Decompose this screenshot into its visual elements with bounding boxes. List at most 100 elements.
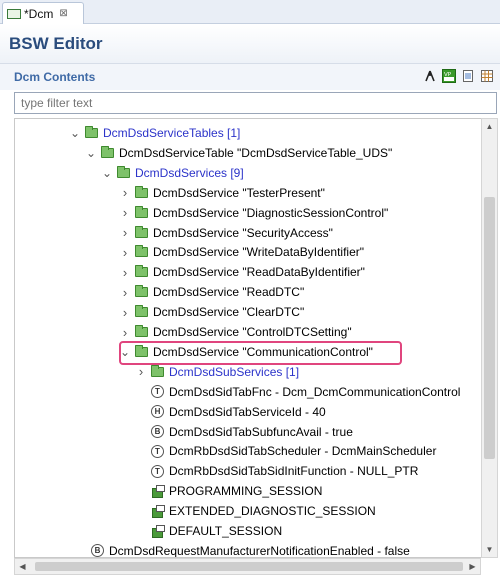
- tree-item[interactable]: › DcmDsdService "SecurityAccess": [119, 223, 333, 243]
- page-title: BSW Editor: [9, 34, 103, 53]
- scroll-left-icon[interactable]: ◀: [15, 559, 30, 574]
- tree-item-label: DEFAULT_SESSION: [169, 524, 283, 538]
- folder-icon: [135, 245, 148, 258]
- chevron-down-icon[interactable]: ⌄: [85, 147, 97, 159]
- vertical-scrollbar[interactable]: ▲ ▼: [481, 118, 498, 558]
- parameter-icon: B: [151, 425, 164, 438]
- chevron-right-icon[interactable]: ›: [135, 364, 147, 379]
- tab-label: *Dcm: [24, 6, 54, 21]
- tree-item[interactable]: ⌄ DcmDsdService "CommunicationControl": [119, 342, 373, 362]
- close-icon[interactable]: ⊠: [59, 8, 67, 19]
- tree-item[interactable]: ›BDcmDsdRequestManufacturerNotificationE…: [75, 541, 410, 557]
- tree-item-label: DcmDsdServiceTables [1]: [103, 126, 241, 140]
- tab-dcm[interactable]: *Dcm ⊠: [2, 2, 84, 24]
- folder-icon: [135, 225, 148, 238]
- tree-item[interactable]: › DcmDsdService "ControlDTCSetting": [119, 322, 352, 342]
- editor-tab-bar: *Dcm ⊠: [0, 0, 500, 24]
- section-toolbar: VP: [423, 69, 494, 83]
- tree-item[interactable]: › DcmDsdService "WriteDataByIdentifier": [119, 242, 364, 262]
- chevron-right-icon[interactable]: ›: [119, 225, 131, 240]
- tree-item[interactable]: › DcmDsdService "ClearDTC": [119, 302, 304, 322]
- horizontal-scrollbar[interactable]: ◀ ▶: [14, 558, 481, 575]
- folder-icon: [135, 265, 148, 278]
- chevron-right-icon[interactable]: ›: [119, 265, 131, 280]
- filter-input[interactable]: [14, 92, 497, 114]
- section-title: Dcm Contents: [14, 70, 96, 84]
- tree-item-label: DcmDsdSidTabFnc - Dcm_DcmCommunicationCo…: [169, 384, 461, 399]
- editor-file-icon: [7, 8, 21, 19]
- folder-icon: [135, 344, 148, 357]
- chevron-down-icon[interactable]: ⌄: [119, 346, 131, 358]
- folder-icon: [135, 305, 148, 318]
- folder-icon: [135, 325, 148, 337]
- reference-icon: [151, 485, 165, 499]
- folder-icon: [101, 145, 114, 158]
- tree-item-label: DcmDsdSubServices [1]: [169, 364, 300, 379]
- tree-item-label: DcmRbDsdSidTabSidInitFunction - NULL_PTR: [169, 464, 419, 479]
- tree-item-label: DcmDsdService "TesterPresent": [153, 185, 325, 200]
- folder-icon: [135, 185, 148, 198]
- scroll-right-icon[interactable]: ▶: [465, 559, 480, 574]
- parameter-icon: T: [151, 385, 164, 399]
- tree-item-label: DcmDsdService "ReadDTC": [153, 285, 305, 300]
- tree-item-label: PROGRAMMING_SESSION: [169, 484, 323, 499]
- scroll-up-icon[interactable]: ▲: [482, 119, 497, 134]
- tree-item-label: DcmDsdService "DiagnosticSessionControl": [153, 205, 389, 220]
- tree-item-label: DcmDsdServiceTable "DcmDsdServiceTable_U…: [119, 145, 393, 160]
- tree-item-label: DcmDsdService "SecurityAccess": [153, 225, 333, 240]
- folder-icon: [117, 165, 130, 178]
- tree-item[interactable]: ›HDcmDsdSidTabServiceId - 40: [135, 402, 326, 422]
- chevron-right-icon[interactable]: ›: [119, 285, 131, 300]
- vertical-scroll-thumb[interactable]: [484, 197, 495, 459]
- tree-item-label: EXTENDED_DIAGNOSTIC_SESSION: [169, 504, 376, 519]
- folder-icon: [151, 364, 164, 377]
- tree-item-label: DcmDsdService "ReadDataByIdentifier": [153, 265, 365, 280]
- tree-item[interactable]: ⌄ DcmDsdServiceTables [1]: [69, 123, 240, 143]
- chevron-right-icon[interactable]: ›: [119, 245, 131, 260]
- tree-item[interactable]: ›BDcmDsdSidTabSubfuncAvail - true: [135, 422, 353, 442]
- tree-item-label: DcmDsdSidTabSubfuncAvail - true: [169, 424, 353, 439]
- parameter-icon: T: [151, 444, 164, 458]
- tree-item-label: DcmDsdService "ClearDTC": [153, 305, 305, 320]
- chevron-right-icon[interactable]: ›: [119, 325, 131, 340]
- parameter-icon: B: [91, 544, 104, 557]
- chevron-down-icon[interactable]: ⌄: [101, 167, 113, 179]
- parameter-icon: T: [151, 464, 164, 478]
- tree-item[interactable]: › DcmDsdService "DiagnosticSessionControl…: [119, 203, 388, 223]
- tree-item-label: DcmDsdServices [9]: [135, 165, 244, 180]
- dcm-contents-tree: ⌄ DcmDsdServiceTables [1] ⌄ DcmDsdServiceTa…: [14, 118, 481, 558]
- reference-icon: [151, 505, 165, 519]
- chevron-right-icon[interactable]: ›: [119, 185, 131, 200]
- tree-item[interactable]: ›TDcmRbDsdSidTabSidInitFunction - NULL_P…: [135, 461, 418, 481]
- reference-icon: [151, 525, 165, 538]
- document-icon[interactable]: [461, 69, 475, 83]
- folder-icon: [135, 205, 148, 218]
- table-icon[interactable]: [480, 69, 494, 83]
- scroll-down-icon[interactable]: ▼: [482, 542, 497, 557]
- tree-item[interactable]: ⌄ DcmDsdServiceTable "DcmDsdServiceTable_…: [85, 143, 392, 163]
- tree-item[interactable]: ⌄ DcmDsdServices [9]: [101, 163, 244, 183]
- tree-item[interactable]: ›PROGRAMMING_SESSION: [135, 481, 322, 501]
- tree-item[interactable]: › DcmDsdService "ReadDTC": [119, 282, 304, 302]
- tree-item-label: DcmDsdService "CommunicationControl": [153, 344, 373, 359]
- chevron-down-icon[interactable]: ⌄: [69, 127, 81, 139]
- tree-item[interactable]: › DcmDsdSubServices [1]: [135, 362, 299, 382]
- editor-header: BSW Editor: [0, 24, 500, 64]
- tree-item-label: DcmRbDsdSidTabScheduler - DcmMainSchedul…: [169, 444, 437, 459]
- chevron-right-icon[interactable]: ›: [119, 305, 131, 320]
- tree-item[interactable]: › DcmDsdService "TesterPresent": [119, 183, 325, 203]
- vp-res-icon[interactable]: VP: [442, 69, 456, 83]
- tree-item[interactable]: ›TDcmDsdSidTabFnc - Dcm_DcmCommunication…: [135, 382, 460, 402]
- tree-item[interactable]: ›EXTENDED_DIAGNOSTIC_SESSION: [135, 501, 376, 521]
- graph-icon[interactable]: [423, 69, 437, 83]
- section-header: Dcm Contents VP: [0, 64, 500, 90]
- tree-item[interactable]: ›TDcmRbDsdSidTabScheduler - DcmMainSched…: [135, 441, 436, 461]
- parameter-icon: H: [151, 405, 164, 419]
- tree-item[interactable]: ›DEFAULT_SESSION: [135, 521, 282, 541]
- folder-icon: [85, 126, 98, 138]
- tree-item-label: DcmDsdService "WriteDataByIdentifier": [153, 245, 365, 260]
- horizontal-scroll-thumb[interactable]: [35, 562, 463, 571]
- tree-item[interactable]: › DcmDsdService "ReadDataByIdentifier": [119, 262, 365, 282]
- chevron-right-icon[interactable]: ›: [119, 205, 131, 220]
- folder-icon: [135, 285, 148, 298]
